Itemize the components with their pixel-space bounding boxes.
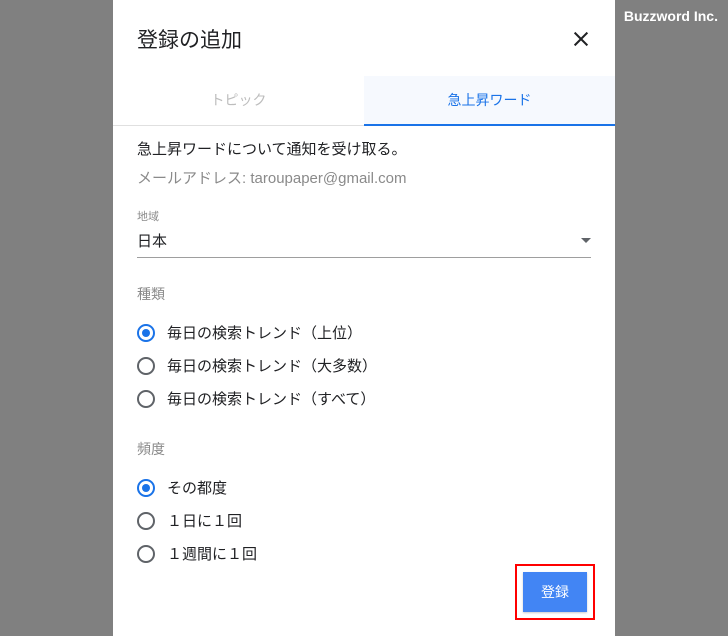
dialog-title: 登録の追加 <box>137 24 242 54</box>
frequency-section-label: 頻度 <box>137 439 591 459</box>
radio-icon <box>137 324 155 342</box>
region-value: 日本 <box>137 230 167 251</box>
dropdown-icon <box>581 238 591 243</box>
type-option-top[interactable]: 毎日の検索トレンド（上位） <box>137 316 591 349</box>
frequency-option-each[interactable]: その都度 <box>137 471 591 504</box>
radio-icon <box>137 545 155 563</box>
close-icon[interactable] <box>571 29 591 49</box>
content-description: 急上昇ワードについて通知を受け取る。 <box>137 138 591 159</box>
radio-icon <box>137 357 155 375</box>
radio-label: 毎日の検索トレンド（上位） <box>167 322 362 343</box>
type-section-label: 種類 <box>137 284 591 304</box>
type-radio-group: 毎日の検索トレンド（上位） 毎日の検索トレンド（大多数） 毎日の検索トレンド（す… <box>137 316 591 415</box>
email-label: メールアドレス: <box>137 170 246 187</box>
radio-label: １日に１回 <box>167 510 242 531</box>
radio-icon <box>137 512 155 530</box>
frequency-option-daily[interactable]: １日に１回 <box>137 504 591 537</box>
radio-label: その都度 <box>167 477 227 498</box>
submit-button[interactable]: 登録 <box>523 572 587 612</box>
radio-icon <box>137 479 155 497</box>
email-value: taroupaper@gmail.com <box>250 170 406 187</box>
dialog-footer: 登録 <box>515 564 595 620</box>
tab-topic[interactable]: トピック <box>113 76 364 126</box>
dialog-header: 登録の追加 <box>113 0 615 64</box>
radio-label: １週間に１回 <box>167 543 257 564</box>
tab-rising-words[interactable]: 急上昇ワード <box>364 76 615 126</box>
dialog-content: 急上昇ワードについて通知を受け取る。 メールアドレス: taroupaper@g… <box>113 126 615 594</box>
radio-icon <box>137 390 155 408</box>
add-subscription-dialog: 登録の追加 トピック 急上昇ワード 急上昇ワードについて通知を受け取る。 メール… <box>113 0 615 636</box>
email-row: メールアドレス: taroupaper@gmail.com <box>137 167 591 188</box>
radio-label: 毎日の検索トレンド（大多数） <box>167 355 377 376</box>
highlight-annotation: 登録 <box>515 564 595 620</box>
region-label: 地域 <box>137 208 591 224</box>
radio-label: 毎日の検索トレンド（すべて） <box>167 388 375 409</box>
type-option-all[interactable]: 毎日の検索トレンド（すべて） <box>137 382 591 415</box>
watermark-text: Buzzword Inc. <box>624 8 718 24</box>
region-select[interactable]: 日本 <box>137 226 591 258</box>
type-option-most[interactable]: 毎日の検索トレンド（大多数） <box>137 349 591 382</box>
tabs: トピック 急上昇ワード <box>113 76 615 126</box>
frequency-radio-group: その都度 １日に１回 １週間に１回 <box>137 471 591 570</box>
